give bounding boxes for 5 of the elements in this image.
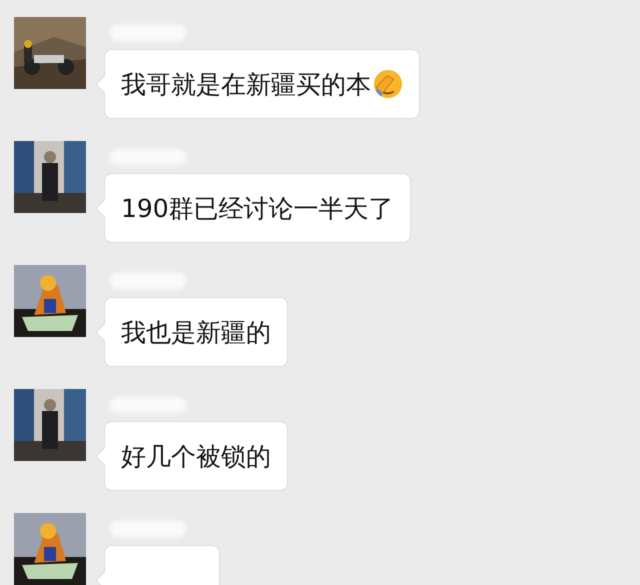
message-text: 我哥就是在新疆买的本 bbox=[121, 68, 371, 100]
face-palm-emoji-icon bbox=[373, 69, 403, 99]
message-text: 190群已经讨论一半天了 bbox=[121, 192, 394, 224]
message-text: 好几个被锁的 bbox=[121, 440, 271, 472]
message-text: 我也是新疆的 bbox=[121, 316, 271, 348]
